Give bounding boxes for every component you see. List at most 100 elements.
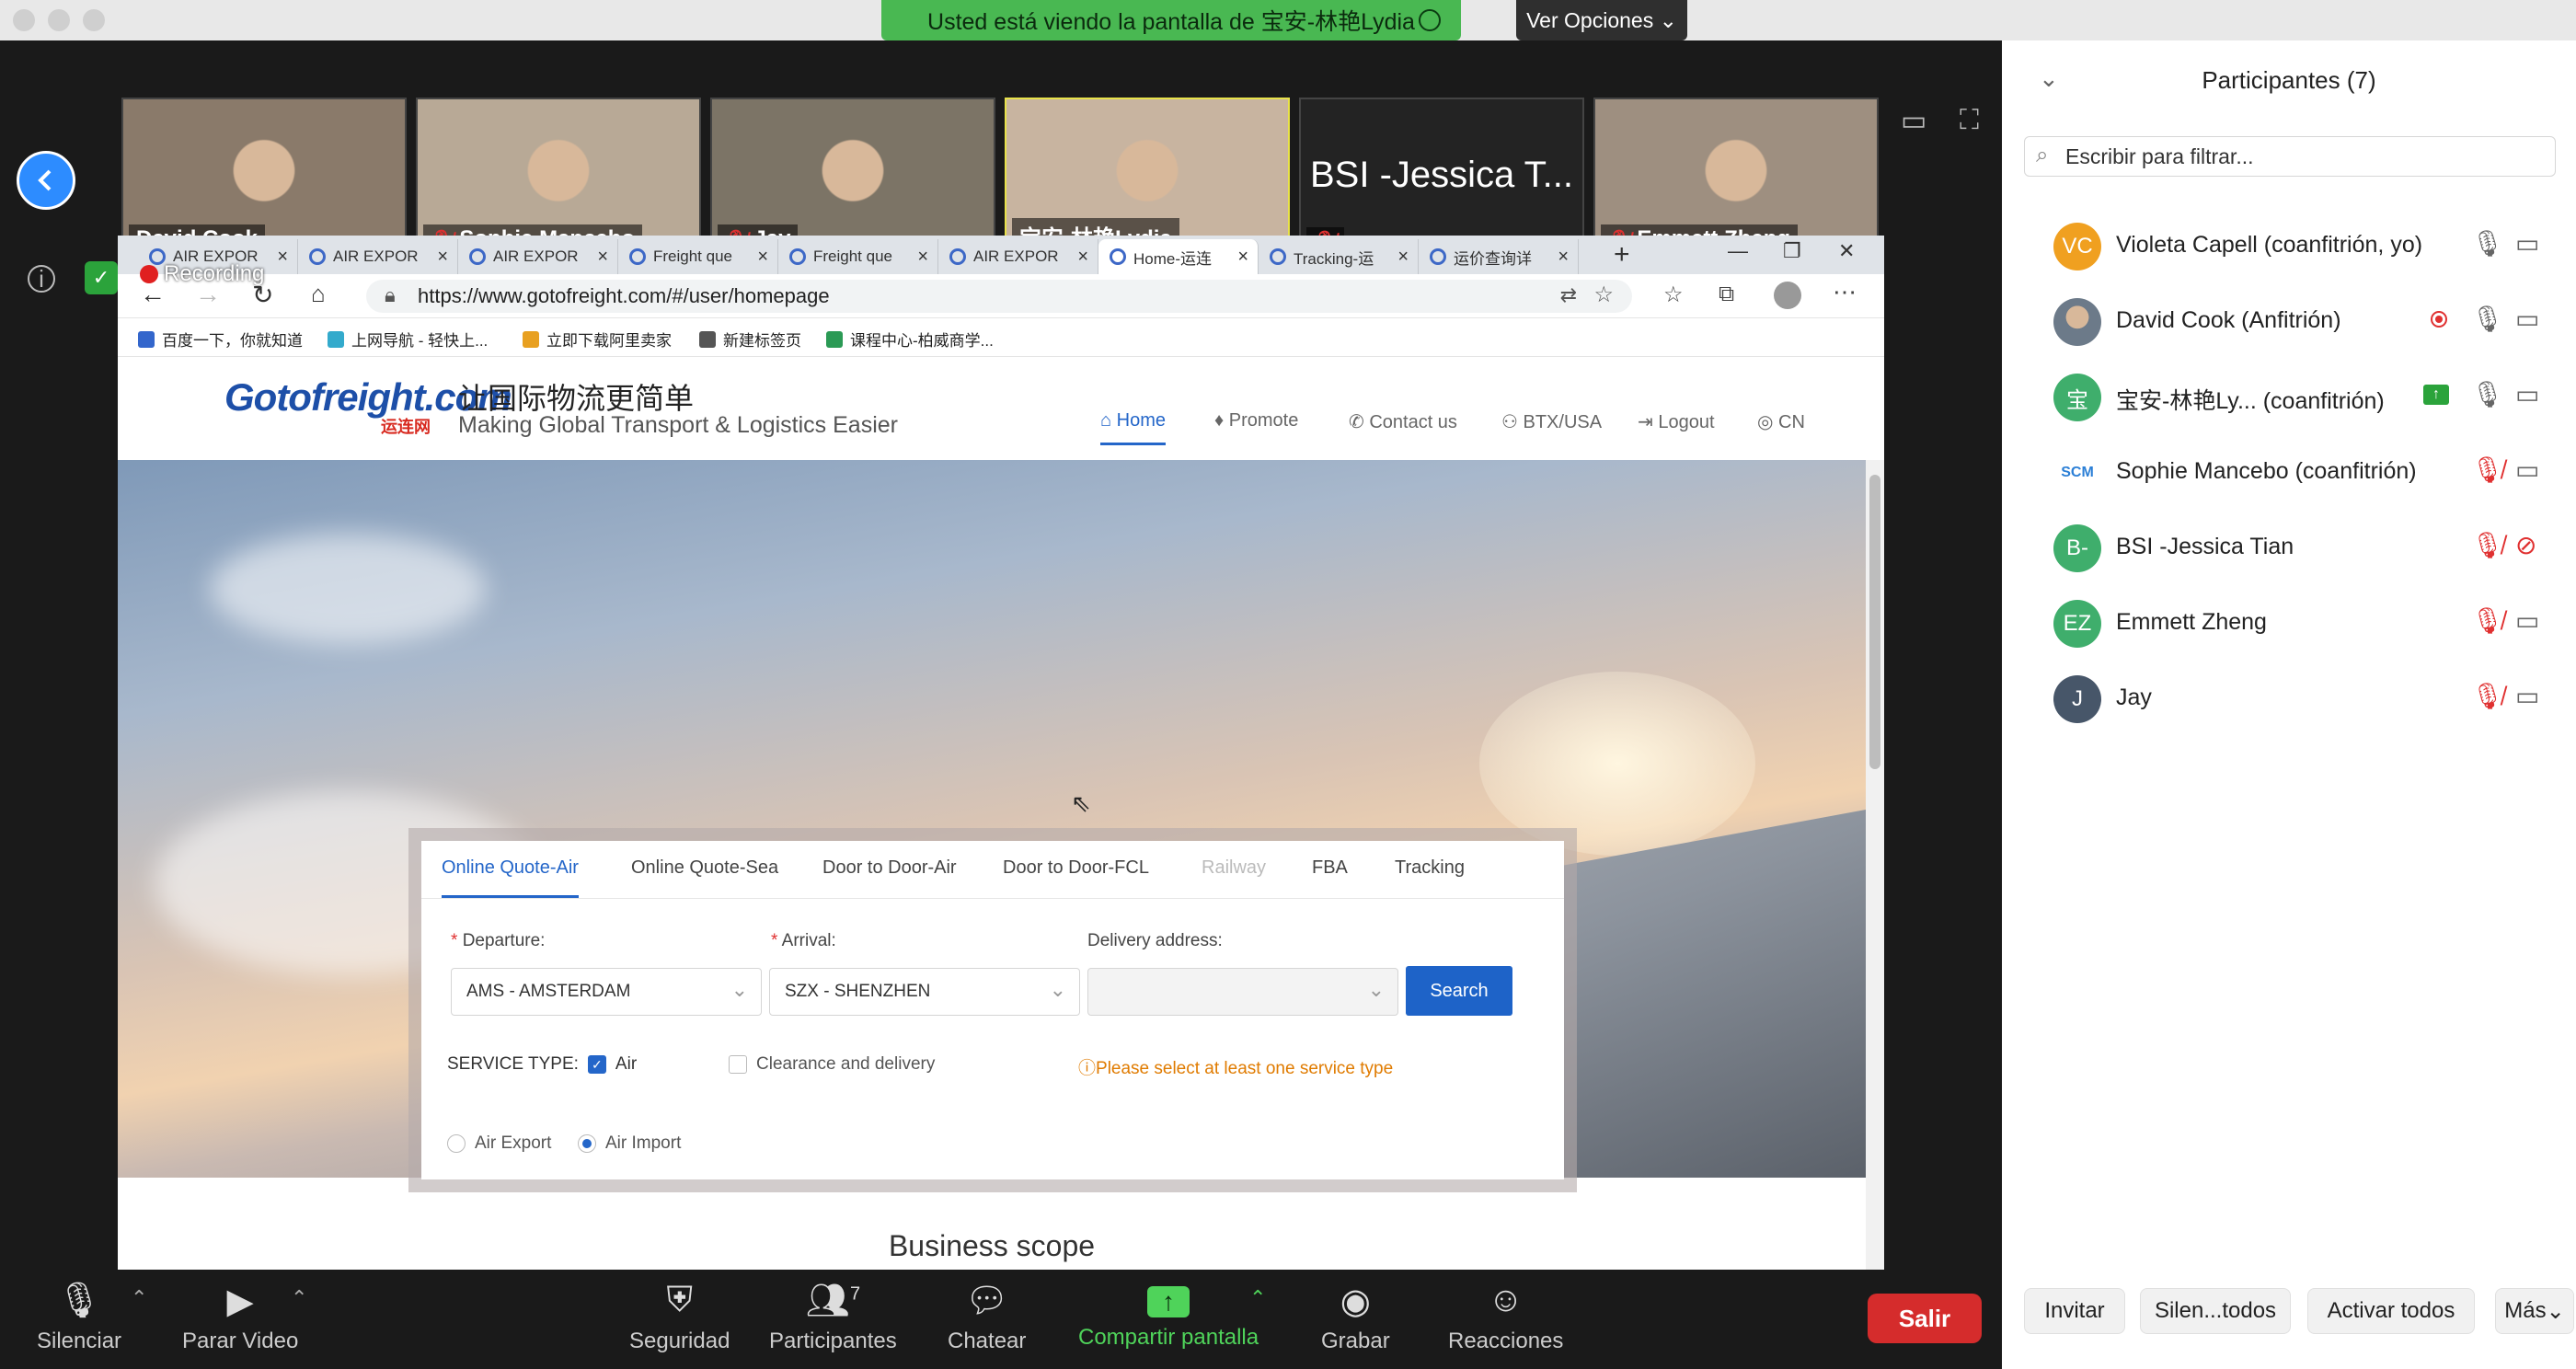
video-camera-icon[interactable]: ▭ [2515, 681, 2539, 711]
muted-mic-icon[interactable]: 🎙︎̸ [2471, 681, 2504, 711]
nav-home[interactable]: ⌂ Home [1100, 410, 1166, 445]
air-checkbox[interactable]: ✓ [587, 1055, 606, 1074]
minimize-window-button[interactable] [48, 9, 70, 31]
participants-button[interactable]: 👥︎7 Participantes [769, 1281, 897, 1354]
favorites-icon[interactable]: ☆ [1663, 282, 1684, 308]
quote-tab[interactable]: Door to Door-FCL [1003, 857, 1149, 879]
fullscreen-icon[interactable]: ⛶ [1960, 105, 1979, 136]
scrollbar-thumb[interactable] [1869, 475, 1880, 769]
air-import-radio[interactable] [578, 1134, 596, 1153]
browser-tab[interactable]: Freight que × [618, 239, 778, 274]
participant-row[interactable]: David Cook (Anfitrión) 🎙︎ ▭ [2002, 282, 2576, 357]
share-screen-button[interactable]: ↑ Compartir pantalla [1078, 1281, 1259, 1351]
browser-tab[interactable]: AIR EXPOR × [458, 239, 618, 274]
muted-mic-icon[interactable]: 🎙︎̸ [2471, 605, 2504, 636]
record-button[interactable]: ◉ Grabar [1321, 1281, 1390, 1354]
browser-tab[interactable]: 运价查询详 × [1419, 239, 1579, 274]
nav-logout[interactable]: ⇥ Logout [1638, 410, 1715, 433]
delivery-address-select[interactable]: ⌄ [1087, 968, 1398, 1016]
meeting-info-icon[interactable]: i [28, 265, 55, 293]
panel-button-2[interactable]: Activar todos [2307, 1288, 2475, 1334]
gallery-layout-icon[interactable]: ▭ [1901, 105, 1926, 137]
collections-icon[interactable]: ⧉ [1719, 282, 1734, 307]
more-menu-icon[interactable]: ⋯ [1833, 278, 1857, 306]
bookmark-item[interactable]: 立即下载阿里卖家 [523, 328, 672, 351]
audio-options-caret[interactable]: ⌃ [131, 1286, 147, 1310]
clearance-checkbox[interactable] [729, 1055, 747, 1074]
video-options-caret[interactable]: ⌃ [291, 1286, 307, 1310]
bookmark-item[interactable]: 课程中心-柏威商学... [826, 328, 994, 351]
video-camera-icon[interactable]: ▭ [2515, 379, 2539, 409]
new-tab-icon[interactable]: + [1614, 239, 1630, 270]
video-camera-icon[interactable]: ▭ [2515, 228, 2539, 259]
url-field[interactable]: 🔒︎ https://www.gotofreight.com/#/user/ho… [366, 280, 1632, 313]
panel-button-0[interactable]: Invitar [2024, 1288, 2125, 1334]
close-tab-icon[interactable]: × [1077, 247, 1088, 268]
quote-tab[interactable]: Online Quote-Sea [631, 857, 778, 879]
departure-select[interactable]: AMS - AMSTERDAM ⌄ [451, 968, 762, 1016]
browser-tab[interactable]: Freight que × [778, 239, 938, 274]
video-camera-icon[interactable]: ▭ [2515, 454, 2539, 485]
quote-tab[interactable]: FBA [1312, 857, 1348, 879]
quote-tab[interactable]: Online Quote-Air [442, 857, 579, 898]
close-tab-icon[interactable]: × [1237, 247, 1248, 268]
close-tab-icon[interactable]: × [1558, 247, 1569, 268]
profile-avatar-icon[interactable] [1774, 282, 1801, 309]
microphone-icon[interactable]: 🎙︎ [2471, 228, 2504, 259]
close-tab-icon[interactable]: × [277, 247, 288, 268]
panel-button-3[interactable]: Más ⌄ [2495, 1288, 2574, 1334]
video-off-icon[interactable]: ⊘ [2515, 530, 2536, 560]
nav-cn[interactable]: ◎ CN [1757, 410, 1805, 433]
restore-icon[interactable]: ❐ [1783, 239, 1801, 263]
participant-row[interactable]: SCM Sophie Mancebo (coanfitrión) 🎙︎̸ ▭ [2002, 432, 2576, 508]
browser-tab[interactable]: Tracking-运 × [1259, 239, 1419, 274]
panel-button-1[interactable]: Silen...todos [2140, 1288, 2291, 1334]
bookmark-item[interactable]: 新建标签页 [699, 328, 801, 351]
participant-row[interactable]: VC Violeta Capell (coanfitrión, yo) 🎙︎ ▭ [2002, 206, 2576, 282]
leave-button[interactable]: Salir [1868, 1294, 1982, 1343]
browser-tab[interactable]: AIR EXPOR × [938, 239, 1098, 274]
minimize-icon[interactable]: — [1728, 239, 1748, 263]
encryption-shield-icon[interactable]: ✓ [85, 261, 118, 294]
microphone-icon[interactable]: 🎙︎ [2471, 379, 2504, 409]
close-tab-icon[interactable]: × [437, 247, 448, 268]
browser-tab[interactable]: Home-运连 × [1098, 239, 1259, 274]
nav-promote[interactable]: ♦ Promote [1214, 410, 1298, 431]
participant-row[interactable]: EZ Emmett Zheng 🎙︎̸ ▭ [2002, 583, 2576, 659]
browser-tab[interactable]: AIR EXPOR × [298, 239, 458, 274]
close-tab-icon[interactable]: × [917, 247, 928, 268]
participant-row[interactable]: 宝 宝安-林艳Ly... (coanfitrión) ↑ 🎙︎ ▭ [2002, 357, 2576, 432]
chat-button[interactable]: 💬︎ Chatear [948, 1281, 1026, 1354]
air-export-radio[interactable] [447, 1134, 466, 1153]
muted-mic-icon[interactable]: 🎙︎̸ [2471, 454, 2504, 485]
reactions-button[interactable]: ☺ Reacciones [1448, 1281, 1563, 1354]
muted-mic-icon[interactable]: 🎙︎̸ [2471, 530, 2504, 560]
close-tab-icon[interactable]: × [757, 247, 768, 268]
gallery-back-button[interactable] [17, 151, 75, 210]
mute-button[interactable]: 🎙︎ Silenciar [37, 1281, 121, 1354]
nav-btxusa[interactable]: ⚇ BTX/USA [1501, 410, 1602, 433]
close-window-button[interactable] [13, 9, 35, 31]
filter-input[interactable]: ⌕ Escribir para filtrar... [2024, 136, 2556, 177]
video-camera-icon[interactable]: ▭ [2515, 304, 2539, 334]
home-icon[interactable]: ⌂ [311, 280, 326, 308]
nav-contactus[interactable]: ✆ Contact us [1349, 410, 1457, 433]
security-button[interactable]: ⛨ Seguridad [629, 1281, 730, 1354]
microphone-icon[interactable]: 🎙︎ [2471, 304, 2504, 334]
close-tab-icon[interactable]: × [597, 247, 608, 268]
view-options-button[interactable]: Ver Opciones ⌄ [1516, 0, 1687, 40]
close-window-icon[interactable]: ✕ [1838, 239, 1855, 263]
share-options-caret[interactable]: ⌃ [1249, 1286, 1266, 1310]
quote-tab[interactable]: Door to Door-Air [822, 857, 957, 879]
close-tab-icon[interactable]: × [1397, 247, 1409, 268]
search-button[interactable]: Search [1406, 966, 1512, 1016]
favorite-star-icon[interactable]: ☆ [1593, 282, 1614, 308]
participant-row[interactable]: B- BSI -Jessica Tian 🎙︎̸ ⊘ [2002, 508, 2576, 583]
video-camera-icon[interactable]: ▭ [2515, 605, 2539, 636]
translate-icon[interactable]: ⇄ [1560, 283, 1577, 307]
arrival-select[interactable]: SZX - SHENZHEN ⌄ [769, 968, 1080, 1016]
stop-video-button[interactable]: ▶︎ Parar Video [182, 1281, 298, 1354]
bookmark-item[interactable]: 上网导航 - 轻快上... [328, 328, 488, 351]
zoom-window-button[interactable] [83, 9, 105, 31]
participant-row[interactable]: J Jay 🎙︎̸ ▭ [2002, 659, 2576, 734]
